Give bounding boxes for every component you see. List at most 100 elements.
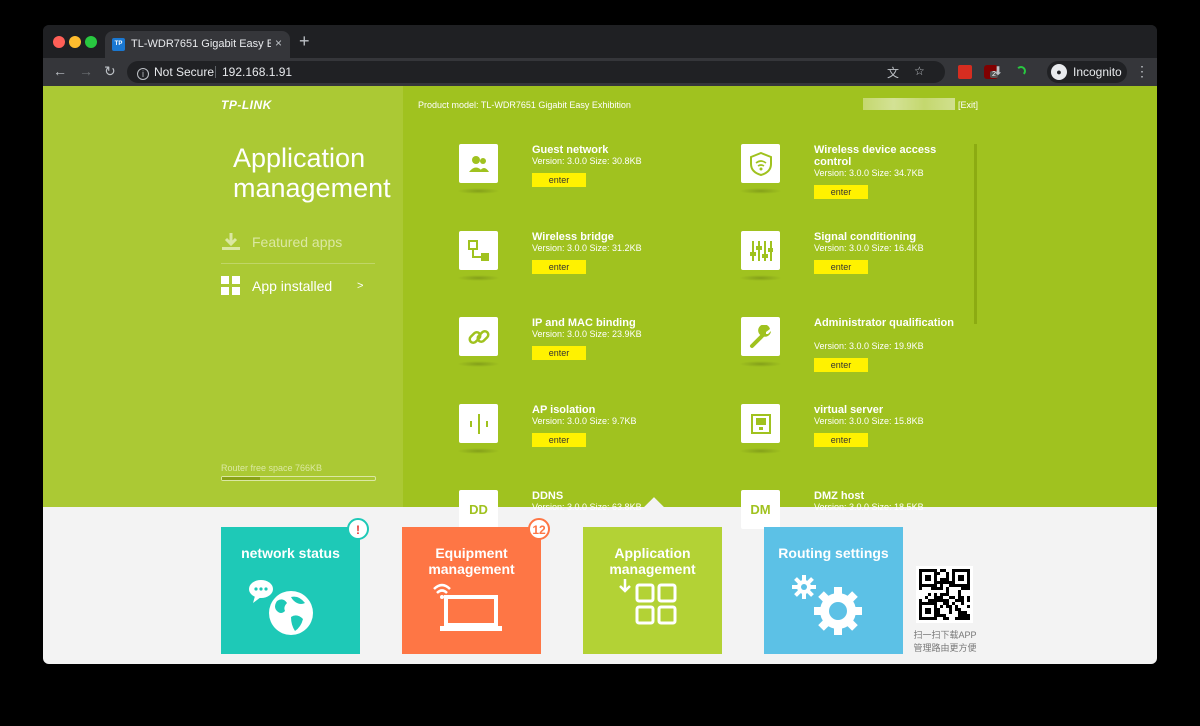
download-extension-icon[interactable]: ⬇ [993,63,1003,79]
app-meta: Version: 3.0.0 Size: 15.8KB [814,416,924,426]
app-card: IP and MAC binding Version: 3.0.0 Size: … [457,317,749,397]
qr-caption: 扫一扫下载APP 管理路由更方便 [905,629,985,655]
sidebar-item-app-installed[interactable]: App installed > [221,274,375,302]
sidebar-item-label: App installed [252,278,333,294]
isolation-icon [459,404,498,443]
browser-tab[interactable]: TP TL-WDR7651 Gigabit Easy Exhi × [105,31,290,58]
tile-routing-settings[interactable]: Routing settings [764,527,903,654]
bookmark-star-icon[interactable]: ☆ [914,64,925,78]
free-space-label: Router free space 766KB [221,463,323,473]
zoom-window-button[interactable] [85,36,97,48]
app-name: virtual server [814,404,884,416]
exit-link[interactable]: [Exit] [958,100,978,110]
status-badge: ! [347,518,369,540]
app-card: Wireless bridge Version: 3.0.0 Size: 31.… [457,231,749,311]
app-meta: Version: 3.0.0 Size: 18.5KB [814,502,924,512]
close-window-button[interactable] [53,36,65,48]
dmz-icon: DM [741,490,780,529]
tile-network-status[interactable]: network status ! [221,518,369,654]
incognito-indicator[interactable]: ● Incognito [1047,61,1127,83]
translate-icon[interactable]: 文 [887,64,899,81]
wifi-shield-icon [741,144,780,183]
enter-button[interactable]: enter [814,185,868,199]
blurred-username [863,98,955,110]
enter-button[interactable]: enter [532,433,586,447]
app-name: DMZ host [814,490,865,502]
enter-button[interactable]: enter [814,260,868,274]
security-label: Not Secure [154,65,215,79]
icon-shadow [457,361,500,367]
app-meta: Version: 3.0.0 Size: 23.9KB [532,329,642,339]
app-meta: Version: 3.0.0 Size: 34.7KB [814,168,924,178]
tile-label: network status [241,545,340,561]
address-bar[interactable]: i Not Secure 192.168.1.91 文 ☆ [127,61,945,83]
icon-shadow [457,188,500,194]
dmz-icon-text: DM [750,502,771,517]
qr-caption-line1: 扫一扫下载APP [913,630,977,640]
incognito-label: Incognito [1073,65,1122,79]
tile-application-management[interactable]: Application management [583,527,722,654]
grid-icon [221,276,240,295]
tp-link-favicon-icon: TP [112,38,125,51]
app-name: AP isolation [532,404,596,416]
app-name: Wireless bridge [532,231,614,243]
gears-icon [792,575,862,635]
enter-button[interactable]: enter [532,346,586,360]
enter-button[interactable]: enter [814,358,868,372]
icon-shadow [739,448,782,454]
download-icon [222,233,240,250]
app-name: IP and MAC binding [532,317,636,329]
apps-grid-icon [619,579,677,625]
link-icon [459,317,498,356]
info-icon: i [137,68,149,80]
count-badge: 12 [528,518,550,540]
icon-shadow [739,188,782,194]
icon-shadow [739,275,782,281]
tab-close-icon[interactable]: × [275,36,282,50]
extension-green-icon[interactable] [1016,66,1026,76]
extension-red-icon[interactable] [958,65,972,79]
app-card: virtual server Version: 3.0.0 Size: 15.8… [739,404,1031,484]
security-indicator[interactable]: i Not Secure [137,65,214,80]
sidebar-item-label: Featured apps [252,234,343,250]
browser-menu-icon[interactable]: ⋮ [1135,63,1149,80]
reload-icon[interactable]: ↻ [104,63,116,79]
app-name: Signal conditioning [814,231,917,243]
tile-equipment-management[interactable]: Equipment management 12 [402,518,550,654]
ddns-icon: DD [459,490,498,529]
app-meta: Version: 3.0.0 Size: 16.4KB [814,243,924,253]
enter-button[interactable]: enter [814,433,868,447]
page-title: Application management [233,143,391,203]
new-tab-button[interactable]: + [299,31,310,51]
sidebar-item-featured-apps[interactable]: Featured apps [221,230,375,264]
tile-label: Equipment management [428,545,515,577]
app-meta: Version: 3.0.0 Size: 31.2KB [532,243,642,253]
app-meta: Version: 3.0.0 Size: 30.8KB [532,156,642,166]
enter-button[interactable]: enter [532,260,586,274]
tab-strip: TP TL-WDR7651 Gigabit Easy Exhi × + [43,25,1157,58]
product-model: Product model: TL-WDR7651 Gigabit Easy E… [418,100,631,110]
users-icon [459,144,498,183]
app-name: Administrator qualification [814,317,954,329]
app-card: Wireless device access control Version: … [739,144,1031,224]
globe-chat-icon [249,580,313,635]
app-name: Wireless device access control [814,144,937,168]
page-content: TP-LINK Application management Featured … [43,86,1157,664]
minimize-window-button[interactable] [69,36,81,48]
server-icon [741,404,780,443]
app-meta: Version: 3.0.0 Size: 9.7KB [532,416,637,426]
ddns-icon-text: DD [469,502,488,517]
url-text[interactable]: 192.168.1.91 [222,65,292,79]
enter-button[interactable]: enter [532,173,586,187]
back-arrow-icon[interactable]: ← [53,63,67,79]
qr-code[interactable] [916,566,973,623]
chevron-right-icon: > [357,280,364,292]
forward-arrow-icon[interactable]: → [79,63,93,79]
wrench-icon [741,317,780,356]
app-meta: Version: 3.0.0 Size: 63.8KB [532,502,642,512]
url-separator [215,66,216,78]
sidebar: TP-LINK Application management Featured … [43,86,403,507]
icon-shadow [457,448,500,454]
tab-title: TL-WDR7651 Gigabit Easy Exhi [131,38,271,50]
app-name: Guest network [532,144,609,156]
